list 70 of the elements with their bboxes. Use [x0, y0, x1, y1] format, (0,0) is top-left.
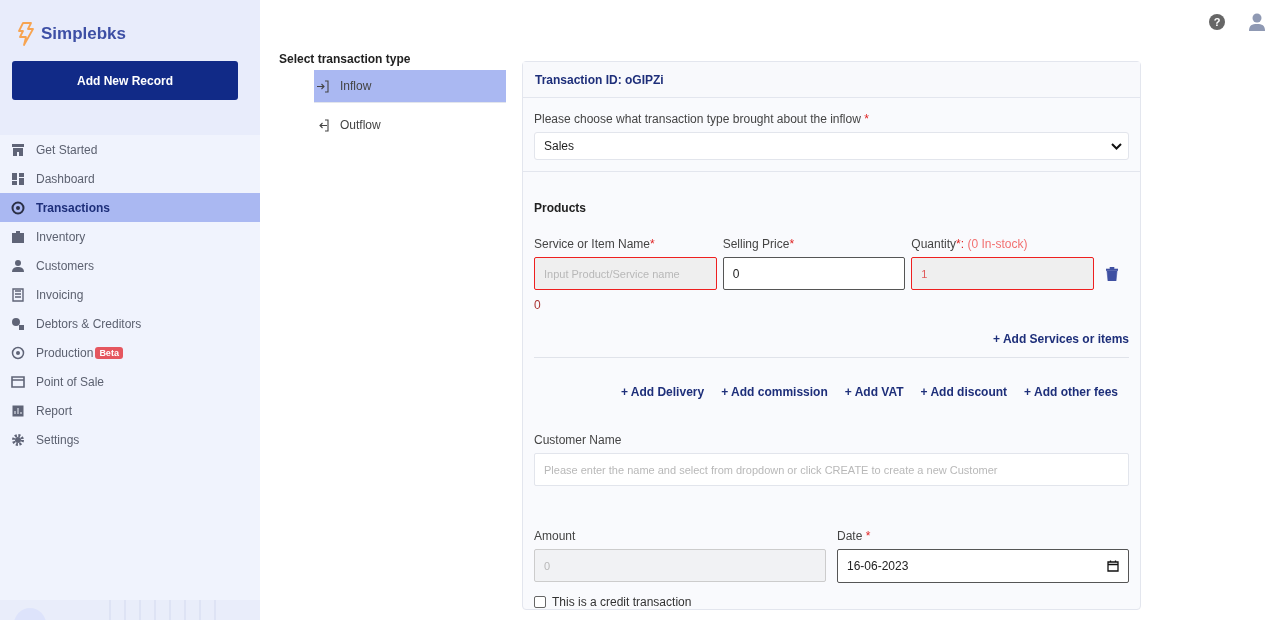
- nav-icon: [11, 316, 25, 331]
- sidebar-item[interactable]: Debtors & Creditors: [0, 309, 260, 338]
- checkbox-label: This is a credit transaction: [552, 595, 692, 609]
- brand-name: Simplebks: [41, 23, 127, 44]
- trash-icon[interactable]: [1106, 267, 1118, 281]
- field-label: Date *: [837, 529, 872, 543]
- nav-icon: [11, 374, 25, 389]
- sidebar-item[interactable]: Customers: [0, 251, 260, 280]
- nav-label: Settings: [36, 432, 80, 447]
- calendar-icon: [1107, 560, 1119, 572]
- transaction-id: Transaction ID: oGIPZi: [535, 72, 664, 87]
- field-label: Customer Name: [534, 433, 623, 447]
- arrow-icon: [316, 79, 329, 93]
- credit-checkbox[interactable]: [534, 596, 546, 608]
- sidebar-item[interactable]: Dashboard: [0, 164, 260, 193]
- beta-badge: Beta: [95, 346, 123, 359]
- nav-icon: [11, 258, 25, 273]
- add-fee-link[interactable]: + Add VAT: [844, 385, 904, 399]
- nav-label: Point of Sale: [36, 374, 105, 389]
- add-fee-link[interactable]: + Add Delivery: [620, 385, 705, 399]
- section-title: Select transaction type: [279, 52, 412, 68]
- field-label: Quantity*: (0 In-stock): [911, 237, 1029, 251]
- add-fee-link[interactable]: + Add other fees: [1024, 385, 1118, 399]
- add-services-link[interactable]: + Add Services or items: [993, 332, 1129, 346]
- sidebar-item[interactable]: Report: [0, 396, 260, 425]
- selling-price-field[interactable]: 0: [722, 257, 906, 290]
- nav-icon: [11, 432, 25, 447]
- sidebar-item[interactable]: Production Beta: [0, 338, 260, 367]
- transaction-type-select[interactable]: Sales: [534, 132, 1129, 160]
- nav-label: Report: [36, 403, 73, 418]
- sidebar-item[interactable]: Transactions: [0, 193, 260, 222]
- add-fee-link[interactable]: + Add commission: [721, 385, 828, 399]
- nav-icon: [11, 200, 25, 215]
- section-heading: Products: [534, 201, 587, 215]
- arrow-icon: [316, 118, 329, 132]
- transaction-type-option[interactable]: Inflow: [314, 70, 506, 103]
- nav-label: Get Started: [36, 142, 98, 157]
- customer-name-field[interactable]: Please enter the name and select from dropdown or click CREATE to create a new Customer: [534, 453, 1129, 486]
- nav-icon: [11, 345, 25, 360]
- nav-label: Transactions: [36, 200, 111, 215]
- nav-icon: [11, 403, 25, 418]
- nav-label: Debtors & Creditors: [36, 316, 142, 331]
- field-label: Amount: [534, 529, 577, 543]
- nav-icon: [11, 229, 25, 244]
- add-fee-link[interactable]: + Add discount: [920, 385, 1008, 399]
- nav-icon: [11, 287, 25, 302]
- sidebar-item[interactable]: Get Started: [0, 135, 260, 164]
- user-icon[interactable]: [1249, 13, 1265, 31]
- logo-icon: [15, 21, 37, 46]
- nav-label: Inventory: [36, 229, 86, 244]
- nav-label: Invoicing: [36, 287, 84, 302]
- sidebar-item[interactable]: Settings: [0, 425, 260, 454]
- nav-label: Customers: [36, 258, 94, 273]
- line-total: 0: [534, 298, 542, 312]
- field-label: Selling Price*: [722, 237, 796, 251]
- help-icon[interactable]: ?: [1209, 14, 1225, 30]
- date-field[interactable]: 16-06-2023: [837, 549, 1129, 583]
- field-label: Service or Item Name*: [534, 237, 656, 251]
- nav-icon: [11, 142, 25, 157]
- field-label: Please choose what transaction type brought about the inflow *: [534, 112, 870, 126]
- sidebar-item[interactable]: Inventory: [0, 222, 260, 251]
- nav-label: Dashboard: [36, 171, 95, 186]
- nav-icon: [11, 171, 25, 186]
- add-new-record-button[interactable]: Add New Record: [12, 61, 238, 100]
- transaction-type-option[interactable]: Outflow: [314, 106, 506, 144]
- chevron-down-icon: [1111, 142, 1122, 150]
- sidebar-item[interactable]: Invoicing: [0, 280, 260, 309]
- quantity-field[interactable]: 1: [911, 257, 1094, 290]
- sidebar-item[interactable]: Point of Sale: [0, 367, 260, 396]
- nav-label: Production: [36, 345, 94, 360]
